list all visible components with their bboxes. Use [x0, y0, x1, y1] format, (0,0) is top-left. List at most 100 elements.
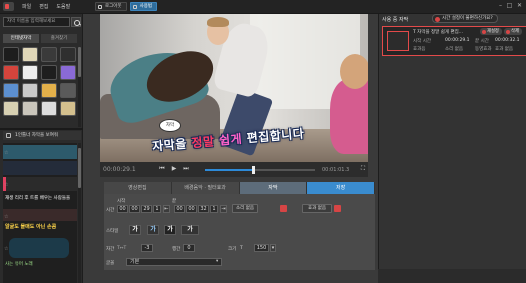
- star-icon[interactable]: ☆: [4, 183, 9, 188]
- template-thumb[interactable]: [60, 83, 76, 98]
- tab-caption[interactable]: 자막: [239, 182, 308, 194]
- template-scrollbar[interactable]: [78, 47, 81, 127]
- caption-text-3: 쉽게: [218, 131, 248, 148]
- used-caption-row[interactable]: T 자막을 정말 쉽게 편집... 재설정 삭제 시작 시간 00:00:29.…: [382, 26, 526, 56]
- caption-edit-panel: 시간 시작 00 00 29 1 ⇤ 끝 00 00 32 1 ⇥ 소리 없음 …: [104, 194, 375, 270]
- template-thumb[interactable]: [60, 47, 76, 62]
- list-item[interactable]: 재생 리리 후 트를 배우는 사람들을: [3, 195, 77, 207]
- template-thumb[interactable]: [22, 65, 38, 80]
- list-item[interactable]: [3, 145, 77, 159]
- size-field[interactable]: 150: [254, 244, 269, 252]
- menu-edit[interactable]: 편집: [39, 3, 48, 10]
- caption-preview-list: 재생 리리 후 트를 배우는 사람들을 알굴도 몰매도 아닌 손콤 사는 유머 …: [3, 143, 77, 283]
- end-minute-field[interactable]: 00: [186, 205, 197, 213]
- folder-icon: [6, 133, 11, 138]
- star-icon[interactable]: ☆: [4, 215, 9, 220]
- star-icon[interactable]: ☆: [4, 151, 9, 156]
- sound-select[interactable]: 소리 없음: [232, 204, 258, 213]
- scrollbar-thumb[interactable]: [78, 47, 81, 77]
- style-more-button[interactable]: 가: [181, 225, 199, 235]
- list-item[interactable]: [3, 177, 77, 191]
- template-thumb[interactable]: [3, 47, 19, 62]
- template-thumb[interactable]: [22, 83, 38, 98]
- used-captions-panel: 사용 중 자막 시간 설정이 불편하신가요? T 자막을 정말 쉽게 편집...…: [378, 14, 526, 283]
- sound-add-icon[interactable]: [280, 205, 287, 212]
- prev-frame-icon[interactable]: ⏮: [158, 165, 166, 173]
- tab-internet-captions[interactable]: 인테넷자막: [3, 34, 39, 43]
- video-preview[interactable]: 자막 자막을 정말 쉽게 편집합니다: [100, 14, 368, 162]
- usage-button[interactable]: 사용법: [129, 2, 157, 11]
- edit-caption-button[interactable]: 재설정: [480, 28, 502, 35]
- start-minute-field[interactable]: 00: [129, 205, 140, 213]
- template-thumb[interactable]: [22, 47, 38, 62]
- template-grid: [3, 47, 76, 129]
- size-dropdown-icon[interactable]: ▾: [270, 244, 276, 252]
- template-thumb[interactable]: [3, 65, 19, 80]
- list-item[interactable]: [3, 209, 77, 221]
- start-hour-field[interactable]: 00: [117, 205, 128, 213]
- video-girl-right-head: [340, 54, 368, 89]
- list-item[interactable]: [3, 161, 77, 175]
- menu-file[interactable]: 파일: [22, 3, 31, 10]
- help-icon: [132, 4, 137, 9]
- speech-bubble: 자막: [159, 119, 181, 132]
- tab-video-edit[interactable]: 영상편집: [104, 182, 172, 194]
- template-thumb[interactable]: [22, 101, 38, 116]
- help-tip[interactable]: 시간 설정이 불편하신가요?: [432, 14, 498, 23]
- section-title: 1인틀너 자막을 보여줘: [15, 133, 58, 138]
- style-outline-button[interactable]: 가: [147, 225, 159, 235]
- list-item[interactable]: 알굴도 몰매도 아닌 손콤: [3, 223, 77, 235]
- template-thumb[interactable]: [3, 101, 19, 116]
- line-spacing-field[interactable]: 0: [183, 244, 195, 252]
- motion-effect-value: 효과 없음: [495, 47, 513, 52]
- effect-select[interactable]: 효과 없음: [302, 204, 332, 213]
- tab-save[interactable]: 저장: [307, 182, 375, 194]
- effect-add-icon[interactable]: [334, 205, 341, 212]
- list-item[interactable]: 사는 유머 노래: [3, 261, 77, 273]
- start-capture-button[interactable]: ⇤: [163, 205, 170, 213]
- template-thumb[interactable]: [3, 83, 19, 98]
- spacing-field[interactable]: -3: [141, 244, 153, 252]
- next-frame-icon[interactable]: ⏭: [182, 165, 190, 173]
- template-thumb[interactable]: [60, 101, 76, 116]
- search-icon[interactable]: [71, 17, 81, 27]
- spacing-icon: T↔T: [117, 246, 127, 251]
- template-thumb[interactable]: [41, 83, 57, 98]
- logout-button[interactable]: 로그아웃: [95, 2, 127, 11]
- template-search-input[interactable]: 자막 이름을 입력해보세요: [3, 17, 70, 27]
- style-plain-button[interactable]: 가: [129, 225, 141, 235]
- fullscreen-icon[interactable]: ⛶: [359, 165, 367, 173]
- close-icon[interactable]: ✕: [516, 2, 523, 9]
- font-select[interactable]: 기본: [126, 258, 222, 266]
- seek-thumb[interactable]: [252, 166, 255, 174]
- end-second-field[interactable]: 32: [198, 205, 209, 213]
- template-thumb[interactable]: [41, 101, 57, 116]
- logout-label: 로그아웃: [105, 4, 122, 9]
- mode-bar: 로그아웃 사용법: [95, 2, 157, 11]
- seek-slider[interactable]: [205, 166, 315, 174]
- chevron-down-icon[interactable]: ▾: [216, 259, 218, 264]
- menu-help[interactable]: 도움말: [56, 3, 70, 10]
- tab-music-filter[interactable]: 배경음악 · 필터효과: [171, 182, 240, 194]
- style-shadow-button[interactable]: 가: [164, 225, 176, 235]
- template-thumb[interactable]: [60, 65, 76, 80]
- delete-caption-button[interactable]: 삭제: [504, 28, 522, 35]
- end-hour-field[interactable]: 00: [174, 205, 185, 213]
- end-capture-button[interactable]: ⇥: [220, 205, 227, 213]
- start-second-field[interactable]: 29: [141, 205, 152, 213]
- start-frame-field[interactable]: 1: [153, 205, 161, 213]
- template-thumb[interactable]: [41, 65, 57, 80]
- list-item[interactable]: [9, 238, 69, 258]
- list-scrollbar[interactable]: [78, 143, 81, 283]
- delete-icon: [505, 29, 510, 34]
- tab-favorites[interactable]: 즐겨찾기: [41, 34, 77, 43]
- minimize-icon[interactable]: –: [497, 2, 504, 9]
- template-thumb[interactable]: [41, 47, 57, 62]
- maximize-icon[interactable]: □: [506, 2, 513, 9]
- star-icon[interactable]: ☆: [4, 247, 9, 252]
- end-frame-field[interactable]: 1: [210, 205, 218, 213]
- scrollbar-thumb[interactable]: [78, 148, 81, 188]
- caption-text-1: 자막을: [151, 136, 193, 154]
- play-icon[interactable]: ▶: [170, 165, 178, 173]
- template-panel: 자막 이름을 입력해보세요 인테넷자막 즐겨찾기 1인틀너 자막을 보여줘 재생…: [0, 14, 83, 283]
